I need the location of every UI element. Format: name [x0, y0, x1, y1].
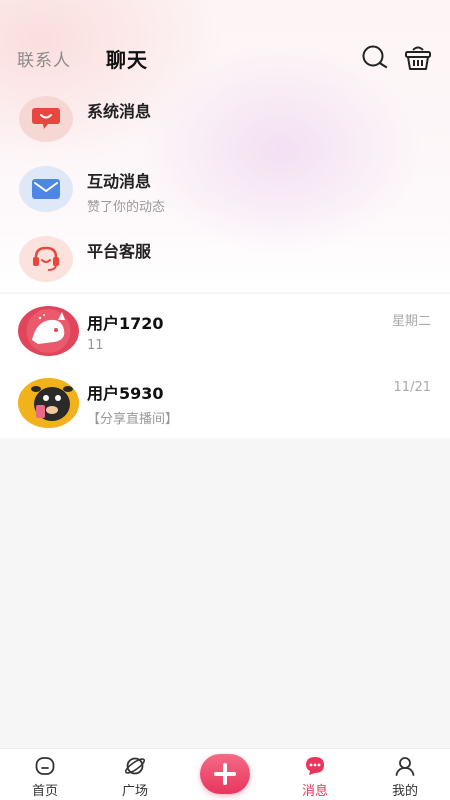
interaction-messages-item[interactable]: 互动消息 赞了你的动态 — [0, 166, 450, 230]
top-header: 联系人 聊天 — [0, 38, 450, 78]
tab-chat[interactable]: 聊天 — [106, 44, 148, 73]
system-messages-item[interactable]: 系统消息 — [0, 96, 450, 160]
speech-bubble-icon — [19, 96, 73, 142]
chat-bubble-icon — [304, 755, 326, 777]
tab-plaza-label: 广场 — [121, 784, 148, 799]
chat-time: 11/21 — [393, 380, 431, 395]
create-post-button[interactable] — [200, 754, 250, 794]
headset-icon — [19, 236, 73, 282]
customer-service-title: 平台客服 — [87, 242, 152, 261]
tab-contacts[interactable]: 联系人 — [17, 46, 71, 71]
interaction-messages-subtitle: 赞了你的动态 — [87, 200, 166, 215]
tab-home-label: 首页 — [31, 784, 58, 799]
search-icon[interactable] — [361, 44, 389, 72]
interaction-messages-title: 互动消息 — [87, 172, 152, 191]
avatar — [18, 306, 79, 356]
chat-name: 用户5930 — [87, 384, 164, 403]
chat-row[interactable]: 用户5930 【分享直播间】 11/21 — [0, 366, 450, 438]
chat-time: 星期二 — [391, 314, 431, 329]
customer-service-item[interactable]: 平台客服 — [0, 236, 450, 300]
user-icon — [394, 755, 416, 777]
tab-mine-label: 我的 — [391, 784, 418, 799]
chat-last-message: 【分享直播间】 — [87, 412, 179, 427]
tab-home[interactable]: 首页 — [0, 749, 90, 800]
envelope-icon — [19, 166, 73, 212]
bottom-tab-bar: 首页 广场 消息 我的 — [0, 748, 450, 800]
chat-row[interactable]: 用户1720 11 星期二 — [0, 294, 450, 366]
chat-last-message: 11 — [87, 338, 104, 353]
chat-list: 用户1720 11 星期二 用户5930 【分享直播间】 11/21 — [0, 294, 450, 438]
home-icon — [34, 755, 56, 777]
tab-mine[interactable]: 我的 — [360, 749, 450, 800]
tab-messages-label: 消息 — [301, 784, 328, 799]
basket-icon[interactable] — [404, 44, 432, 72]
tab-messages[interactable]: 消息 — [270, 749, 360, 800]
chat-name: 用户1720 — [87, 314, 164, 333]
planet-icon — [124, 755, 146, 777]
avatar — [18, 378, 79, 428]
tab-plaza[interactable]: 广场 — [90, 749, 180, 800]
system-messages-title: 系统消息 — [87, 102, 152, 121]
